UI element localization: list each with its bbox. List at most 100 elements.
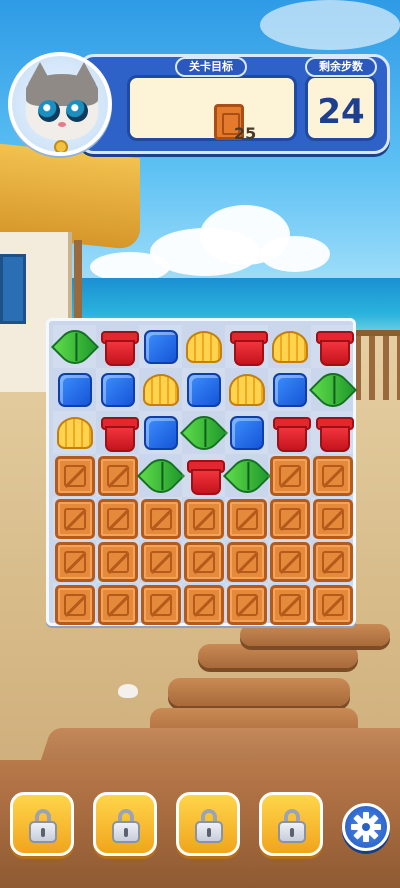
cat-eye (66, 100, 88, 122)
crate-tile (183, 584, 224, 625)
board-cell[interactable] (139, 583, 182, 626)
crate-tile (226, 584, 267, 625)
board-cell[interactable] (225, 497, 268, 540)
board-cell[interactable] (222, 451, 271, 500)
cat-eye (38, 100, 60, 122)
hut-window (0, 254, 26, 324)
crate-tile (54, 584, 95, 625)
shell-tile (185, 330, 222, 363)
board-cell[interactable] (139, 368, 182, 411)
board-cell[interactable] (268, 497, 311, 540)
board-cell[interactable] (96, 583, 139, 626)
board-cell[interactable] (53, 583, 96, 626)
board-cell[interactable] (268, 540, 311, 583)
board-cell[interactable] (139, 540, 182, 583)
pot-tile (229, 330, 268, 366)
crate-tile (97, 541, 138, 582)
board-cell[interactable] (182, 540, 225, 583)
cube-tile (57, 372, 92, 407)
board-cell[interactable] (225, 368, 268, 411)
crate-tile (140, 541, 181, 582)
board-cell[interactable] (268, 411, 311, 454)
board-cell[interactable] (139, 411, 182, 454)
crate-tile (226, 498, 267, 539)
board-cell[interactable] (311, 411, 354, 454)
board-cell[interactable] (225, 325, 268, 368)
board-cell[interactable] (311, 497, 354, 540)
shell-tile (228, 373, 265, 406)
cube-tile (229, 415, 264, 450)
crate-tile (269, 498, 310, 539)
locked-booster-slot[interactable] (10, 792, 74, 856)
board-cell[interactable] (50, 322, 99, 371)
level-hud: 25 关卡目标 24 剩余步数 (78, 54, 390, 154)
shell-tile (142, 373, 179, 406)
board-cell[interactable] (311, 540, 354, 583)
shell-tile (56, 416, 93, 449)
cube-tile (143, 415, 178, 450)
board-cell[interactable] (96, 454, 139, 497)
board-cell[interactable] (53, 497, 96, 540)
crate-tile (312, 455, 353, 496)
level-target-title: 关卡目标 (175, 57, 247, 77)
moves-panel: 24 (305, 75, 377, 141)
wooden-plank (168, 678, 350, 706)
crate-tile (312, 541, 353, 582)
crate-tile (312, 498, 353, 539)
board-cell[interactable] (53, 540, 96, 583)
board-cell[interactable] (268, 368, 311, 411)
crate-tile (269, 584, 310, 625)
cat-bell (54, 140, 68, 152)
board-cell[interactable] (182, 583, 225, 626)
board-cell[interactable] (268, 583, 311, 626)
board-cell[interactable] (311, 583, 354, 626)
board-cell[interactable] (182, 325, 225, 368)
crate-tile (97, 584, 138, 625)
locked-booster-slot[interactable] (93, 792, 157, 856)
crate-tile (312, 584, 353, 625)
board-cell[interactable] (182, 454, 225, 497)
board-cell[interactable] (96, 540, 139, 583)
pot-tile (315, 416, 354, 452)
board-cell[interactable] (139, 325, 182, 368)
crate-tile (54, 455, 95, 496)
board-cell[interactable] (96, 411, 139, 454)
board-cell[interactable] (182, 368, 225, 411)
sand-shell (118, 684, 138, 698)
leaf-tile (136, 451, 185, 500)
cloud (260, 0, 400, 50)
cube-tile (143, 329, 178, 364)
board-cell[interactable] (179, 408, 228, 457)
board-cell[interactable] (225, 411, 268, 454)
pot-tile (100, 416, 139, 452)
board-cell[interactable] (268, 325, 311, 368)
board-cell[interactable] (182, 497, 225, 540)
board-cell[interactable] (96, 368, 139, 411)
board-cell[interactable] (53, 368, 96, 411)
locked-booster-slot[interactable] (259, 792, 323, 856)
board-cell[interactable] (96, 325, 139, 368)
board-cell[interactable] (311, 454, 354, 497)
wooden-railing (355, 330, 400, 400)
cat-fur (26, 74, 98, 106)
shell-tile (271, 330, 308, 363)
leaf-tile (50, 322, 99, 371)
pot-tile (272, 416, 311, 452)
crate-tile (97, 498, 138, 539)
board-cell[interactable] (225, 540, 268, 583)
board-cell[interactable] (311, 325, 354, 368)
cloud (260, 236, 330, 272)
board-cell[interactable] (268, 454, 311, 497)
board-cell[interactable] (308, 365, 357, 414)
pot-tile (315, 330, 354, 366)
lock-icon (278, 809, 306, 843)
settings-button[interactable] (342, 803, 390, 851)
locked-booster-slot[interactable] (176, 792, 240, 856)
cube-tile (100, 372, 135, 407)
board-cell[interactable] (53, 411, 96, 454)
board-cell[interactable] (225, 583, 268, 626)
board-cell[interactable] (96, 497, 139, 540)
board-cell[interactable] (139, 497, 182, 540)
board-cell[interactable] (53, 454, 96, 497)
board-cell[interactable] (136, 451, 185, 500)
